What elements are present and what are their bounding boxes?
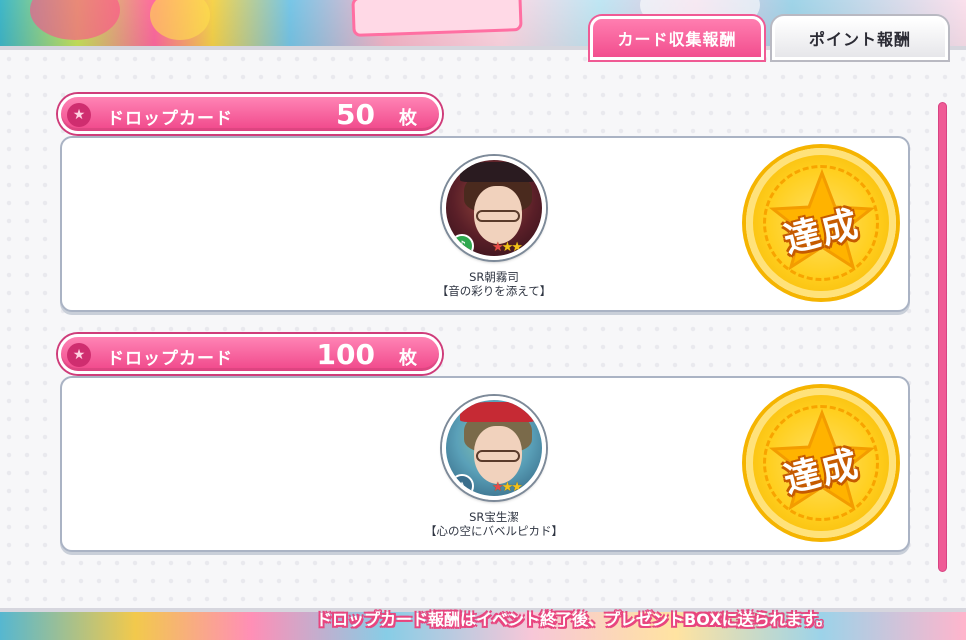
rarity-stars: ★★★ xyxy=(492,240,523,255)
card-avatar-asagiri[interactable]: ♪ ★★★ xyxy=(442,156,546,260)
card-subtitle: 【音の彩りを添えて】 xyxy=(436,284,552,298)
achieved-stamp: 達成 xyxy=(746,148,896,298)
star-icon: ★ xyxy=(67,103,91,127)
section-count: 50 xyxy=(336,98,375,131)
section-title: ドロップカード xyxy=(107,349,233,369)
avatar-hat xyxy=(460,162,536,182)
music-note-icon: ♪ xyxy=(450,234,474,256)
footer-notice: ドロップカード報酬はイベント終了後、プレゼントBOXに送られます。 xyxy=(316,610,832,629)
card-caption: SR朝霧司 【音の彩りを添えて】 xyxy=(394,270,594,298)
reward-box-100: ▲ ★★★ SR宝生潔 【心の空にバベルピカド】 達成 xyxy=(60,376,910,552)
background-sign xyxy=(351,0,523,37)
tab-point-reward[interactable]: ポイント報酬 xyxy=(772,16,948,60)
achieved-stamp: 達成 xyxy=(746,388,896,538)
section-unit: 枚 xyxy=(399,348,417,369)
section-unit: 枚 xyxy=(399,108,417,129)
section-title: ドロップカード xyxy=(107,109,233,129)
section-header-50: ★ ドロップカード 50 枚 xyxy=(58,94,442,134)
section-header-100: ★ ドロップカード 100 枚 xyxy=(58,334,442,374)
reward-box-50: ♪ ★★★ SR朝霧司 【音の彩りを添えて】 達成 xyxy=(60,136,910,312)
scrollbar[interactable] xyxy=(938,102,947,572)
avatar-glasses xyxy=(476,210,520,222)
graduation-cap-icon: ▲ xyxy=(450,474,474,496)
avatar-glasses xyxy=(476,450,520,462)
card-avatar-housho[interactable]: ▲ ★★★ xyxy=(442,396,546,500)
tab-card-collection-reward[interactable]: カード収集報酬 xyxy=(590,16,764,60)
rarity-stars: ★★★ xyxy=(492,480,523,495)
star-icon: ★ xyxy=(67,343,91,367)
avatar-hat xyxy=(460,402,536,422)
section-count: 100 xyxy=(316,338,375,371)
card-name: SR宝生潔 xyxy=(469,510,519,524)
card-name: SR朝霧司 xyxy=(469,270,519,284)
card-subtitle: 【心の空にバベルピカド】 xyxy=(425,524,563,538)
card-caption: SR宝生潔 【心の空にバベルピカド】 xyxy=(394,510,594,538)
